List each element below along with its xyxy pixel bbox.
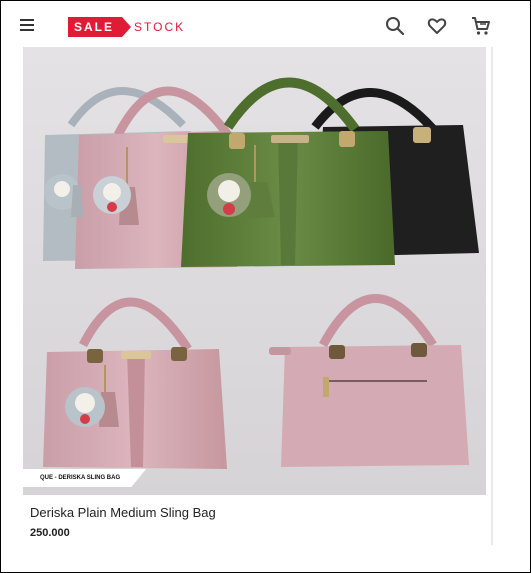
product-image[interactable]: QUE - DERISKA SLING BAG bbox=[23, 47, 486, 495]
image-caption-tag: QUE - DERISKA SLING BAG bbox=[23, 469, 147, 487]
logo-sale-text: SALE bbox=[68, 17, 132, 37]
search-icon[interactable] bbox=[384, 15, 406, 37]
app-frame: SALE STOCK QUE - DERISKA SLING BAG Deris… bbox=[0, 0, 531, 573]
menu-icon[interactable] bbox=[20, 19, 34, 31]
product-price: 250.000 bbox=[30, 527, 70, 539]
heart-icon[interactable] bbox=[426, 15, 448, 37]
product-name[interactable]: Deriska Plain Medium Sling Bag bbox=[30, 505, 216, 520]
logo-stock-text: STOCK bbox=[134, 20, 186, 34]
top-header: SALE STOCK bbox=[1, 1, 530, 47]
salestock-logo[interactable]: SALE STOCK bbox=[68, 17, 185, 37]
product-card[interactable]: QUE - DERISKA SLING BAG Deriska Plain Me… bbox=[23, 47, 493, 545]
cart-icon[interactable] bbox=[470, 15, 492, 37]
